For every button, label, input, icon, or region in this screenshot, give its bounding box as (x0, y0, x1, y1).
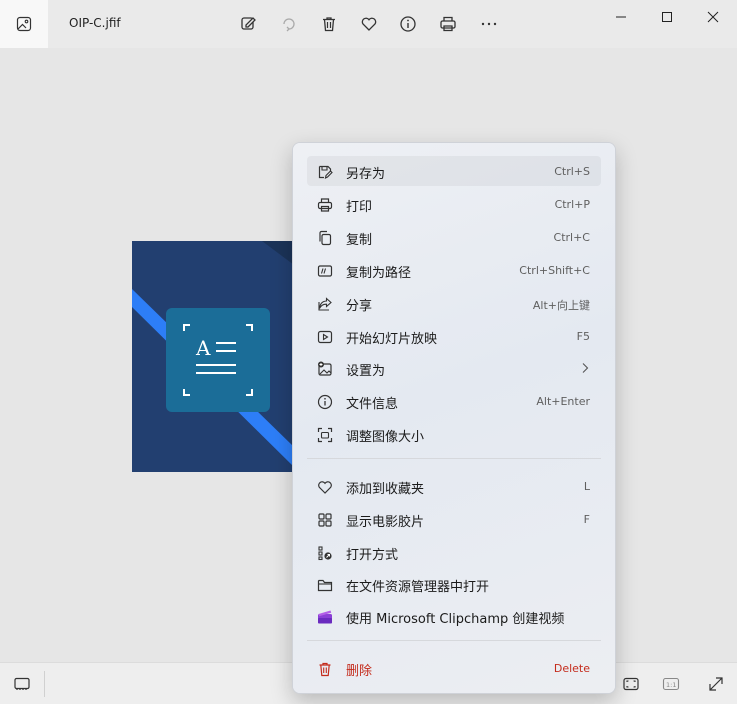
menu-item-file-info[interactable]: 文件信息 Alt+Enter (307, 386, 601, 416)
actual-size-icon: 1:1 (662, 677, 680, 691)
menu-item-slideshow[interactable]: 开始幻灯片放映 F5 (307, 321, 601, 351)
menu-item-resize-image[interactable]: 调整图像大小 (307, 419, 601, 449)
trash-icon (316, 660, 333, 677)
edit-image-icon (241, 17, 256, 30)
displayed-image: A (132, 241, 294, 472)
menu-item-share[interactable]: 分享 Alt+向上键 (307, 288, 601, 318)
file-info-button[interactable] (397, 13, 419, 35)
maximize-icon (662, 12, 672, 22)
submenu-chevron-icon (580, 362, 590, 377)
actual-size-button[interactable]: 1:1 (661, 674, 681, 694)
menu-item-copy[interactable]: 复制 Ctrl+C (307, 222, 601, 252)
folder-icon (316, 576, 333, 593)
more-options-button[interactable] (478, 13, 500, 35)
filmstrip-icon (316, 511, 333, 528)
menu-item-show-filmstrip[interactable]: 显示电影胶片 F (307, 504, 601, 534)
open-with-icon (316, 544, 333, 561)
menu-item-save-as[interactable]: 另存为 Ctrl+S (307, 156, 601, 186)
rotate-button[interactable] (278, 13, 300, 35)
full-screen-button[interactable] (706, 674, 726, 694)
more-icon (481, 22, 497, 26)
window-title: OIP-C.jfif (69, 16, 121, 30)
info-icon (316, 393, 333, 410)
fit-to-window-button[interactable] (621, 674, 641, 694)
heart-icon (316, 478, 333, 495)
photos-window: OIP-C.jfif A 1:1 另存为 Ctrl+S 打印 Ctrl+P 复制… (0, 0, 737, 704)
menu-item-delete[interactable]: 删除 Delete (307, 653, 601, 683)
menu-item-print[interactable]: 打印 Ctrl+P (307, 189, 601, 219)
delete-button[interactable] (318, 13, 340, 35)
print-icon (440, 16, 456, 32)
save-as-icon (316, 163, 333, 180)
menu-separator (307, 640, 601, 641)
menu-item-copy-as-path[interactable]: 复制为路径 Ctrl+Shift+C (307, 255, 601, 285)
svg-text:1:1: 1:1 (666, 681, 676, 689)
rotate-icon (283, 18, 295, 32)
filmstrip-icon (14, 677, 30, 690)
menu-item-add-to-favorites[interactable]: 添加到收藏夹 L (307, 471, 601, 501)
resize-icon (316, 426, 333, 443)
context-menu: 另存为 Ctrl+S 打印 Ctrl+P 复制 Ctrl+C 复制为路径 Ctr… (292, 142, 616, 694)
minimize-icon (616, 16, 626, 18)
share-icon (316, 295, 333, 312)
copy-path-icon (316, 262, 333, 279)
trash-icon (323, 17, 335, 32)
bottom-separator (44, 671, 45, 697)
menu-item-set-as[interactable]: 设置为 (307, 353, 601, 383)
slideshow-icon (316, 328, 333, 345)
title-bar: OIP-C.jfif (0, 0, 737, 48)
clipchamp-icon (316, 608, 333, 625)
close-icon (707, 11, 719, 23)
fit-window-icon (623, 677, 639, 691)
edit-image-button[interactable] (238, 13, 260, 35)
set-as-icon (316, 360, 333, 377)
menu-item-clipchamp[interactable]: 使用 Microsoft Clipchamp 创建视频 (307, 601, 601, 631)
close-button[interactable] (693, 4, 733, 30)
copy-icon (316, 229, 333, 246)
maximize-button[interactable] (647, 4, 687, 30)
favorite-button[interactable] (358, 13, 380, 35)
print-icon (316, 196, 333, 213)
print-button[interactable] (437, 13, 459, 35)
menu-item-open-in-explorer[interactable]: 在文件资源管理器中打开 (307, 569, 601, 599)
heart-icon (361, 17, 377, 31)
menu-separator (307, 458, 601, 459)
photos-app-icon[interactable] (0, 0, 48, 48)
expand-icon (709, 677, 723, 691)
info-icon (400, 16, 416, 32)
document-scan-image: A (132, 241, 294, 472)
menu-item-open-with[interactable]: 打开方式 (307, 537, 601, 567)
minimize-button[interactable] (601, 4, 641, 30)
image-icon (16, 16, 32, 32)
svg-text:A: A (195, 336, 211, 360)
filmstrip-toggle-button[interactable] (12, 674, 32, 694)
